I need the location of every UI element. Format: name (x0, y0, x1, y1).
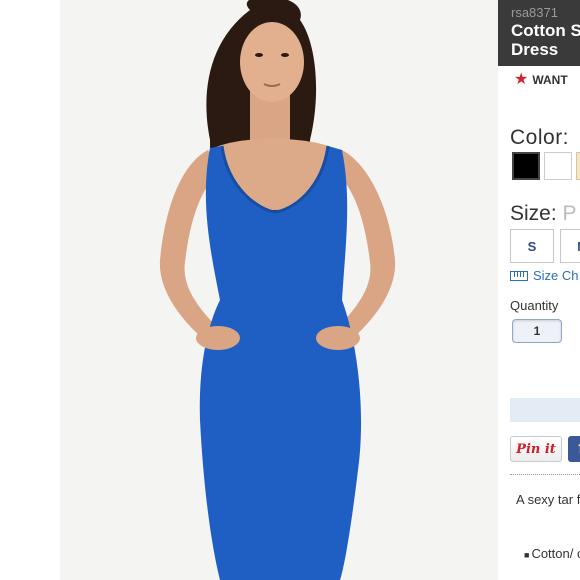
size-label-row: Size: P (510, 202, 577, 226)
ruler-icon (510, 270, 528, 281)
star-icon: ★ (514, 71, 529, 88)
divider (510, 474, 580, 475)
quantity-input[interactable]: 1 (512, 319, 562, 343)
size-label: Size: (510, 202, 557, 225)
description-bullet: ■Cotton/ construct (524, 545, 580, 564)
size-option-s[interactable]: S (510, 229, 554, 263)
product-title-line1: Cotton S (511, 21, 580, 40)
bullet-icon: ■ (524, 549, 530, 560)
product-photo[interactable] (60, 0, 498, 580)
pinterest-label: Pin it (516, 441, 556, 457)
model-in-blue-dress-image (60, 0, 498, 580)
pinterest-button[interactable]: Pin it (510, 436, 562, 462)
color-swatch-black[interactable] (512, 152, 540, 180)
color-swatch-white[interactable] (544, 152, 572, 180)
product-title-line2: Dress (511, 40, 559, 59)
product-description: A sexy tar fitting fabr (516, 492, 580, 507)
bullet-text: Cotton/ construct (531, 546, 580, 561)
size-chart-label: Size Ch (533, 268, 579, 283)
quantity-label: Quantity (510, 298, 559, 313)
product-sku: rsa8371 (511, 5, 558, 20)
color-swatch-cream[interactable] (576, 152, 580, 180)
product-title-box: rsa8371 Cotton S Dress (498, 0, 580, 66)
product-details-panel: rsa8371 Cotton S Dress ★ WANT Color: Siz… (498, 0, 580, 580)
product-title: Cotton S Dress (511, 21, 580, 59)
size-option-m[interactable]: N (560, 229, 580, 263)
color-label: Color: (510, 126, 570, 149)
size-placeholder: P (562, 202, 577, 225)
facebook-button[interactable]: f (568, 436, 580, 462)
add-to-cart-bar[interactable] (510, 398, 580, 422)
want-button[interactable]: ★ WANT (514, 72, 568, 88)
size-chart-link[interactable]: Size Ch (510, 268, 579, 283)
want-label: WANT (532, 73, 568, 87)
